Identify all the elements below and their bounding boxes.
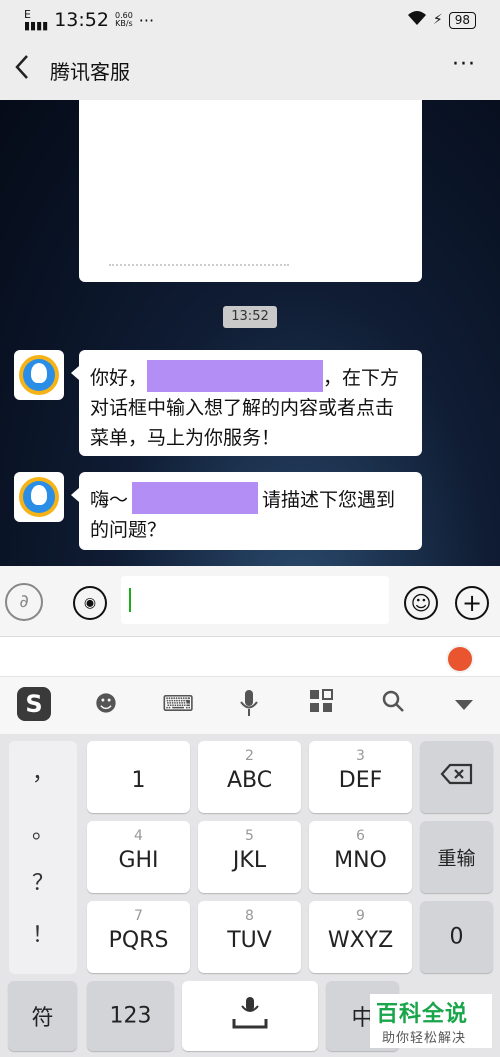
key-8[interactable]: 8 TUV (198, 901, 301, 973)
network-speed: 0.60 KB/s (114, 11, 133, 28)
qq-penguin-icon (31, 485, 47, 505)
search-icon[interactable] (377, 689, 409, 721)
symbols-key[interactable]: 符 (8, 981, 77, 1051)
message-bubble[interactable]: 嗨～ 请描述下您遇到的问题？ (71, 472, 422, 550)
zero-key[interactable]: 0 (420, 901, 493, 973)
chat-area[interactable]: 13:52 你好， ，在下方对话框中输入想了解的内容或者点击菜单，马上为你服务！ … (0, 100, 500, 566)
key-6[interactable]: 6 MNO (309, 821, 412, 893)
apps-grid-icon[interactable] (305, 689, 337, 721)
link-icon[interactable]: ∂ (5, 583, 43, 621)
chat-header: 腾讯客服 ··· (0, 40, 500, 100)
clock: 13:52 (54, 9, 109, 31)
message-timestamp: 13:52 (223, 306, 277, 328)
chat-title: 腾讯客服 (50, 60, 130, 84)
more-options-icon[interactable]: ··· (452, 52, 476, 77)
redacted-name (147, 360, 324, 392)
sogou-logo-icon[interactable]: S (17, 687, 51, 721)
punctuation-key[interactable]: 。 (9, 813, 77, 845)
redacted-name (132, 482, 259, 514)
qq-penguin-icon (31, 363, 47, 383)
punctuation-key[interactable]: ， (9, 755, 77, 787)
message-input[interactable] (121, 576, 389, 624)
key-1[interactable]: 1 (87, 741, 190, 813)
wifi-icon (407, 10, 427, 30)
keyboard-switch-icon[interactable]: ⌨ (162, 689, 194, 721)
message-bubble[interactable]: 你好， ，在下方对话框中输入想了解的内容或者点击菜单，马上为你服务！ (71, 350, 422, 456)
add-icon[interactable]: + (455, 586, 489, 620)
backspace-icon (420, 763, 493, 791)
punctuation-key[interactable]: ！ (9, 917, 77, 949)
battery-indicator: 98 (448, 11, 476, 29)
candidate-bar (0, 636, 500, 677)
key-3[interactable]: 3 DEF (309, 741, 412, 813)
keyboard-toolbar: S ☻ ⌨ (0, 676, 500, 735)
charging-icon: ⚡ (432, 12, 443, 28)
key-5[interactable]: 5 JKL (198, 821, 301, 893)
back-icon[interactable] (14, 54, 30, 85)
rich-message-card[interactable] (79, 100, 422, 282)
key-7[interactable]: 7 PQRS (87, 901, 190, 973)
space-voice-icon (182, 995, 318, 1037)
key-9[interactable]: 9 WXYZ (309, 901, 412, 973)
voice-input-icon[interactable]: ◉ (73, 586, 107, 620)
backspace-key[interactable] (420, 741, 493, 813)
notification-dots: ··· (138, 10, 155, 30)
watermark-logo: 百科全说 助你轻松解决 (370, 994, 492, 1048)
signal-icon: E ▮▮▮▮ (24, 8, 49, 32)
input-bar: ∂ ◉ ☺ + (0, 566, 500, 636)
avatar[interactable] (14, 350, 64, 400)
key-2[interactable]: 2 ABC (198, 741, 301, 813)
punctuation-column: ， 。 ？ ！ (9, 741, 77, 974)
punctuation-key[interactable]: ？ (9, 865, 77, 897)
ime-mascot-icon[interactable] (446, 645, 474, 673)
key-4[interactable]: 4 GHI (87, 821, 190, 893)
emoji-keyboard-icon[interactable]: ☻ (90, 689, 122, 721)
collapse-keyboard-icon[interactable] (448, 689, 480, 721)
avatar[interactable] (14, 472, 64, 522)
numbers-key[interactable]: 123 (87, 981, 174, 1051)
microphone-icon[interactable] (233, 689, 265, 721)
space-key[interactable] (182, 981, 318, 1051)
emoji-icon[interactable]: ☺ (404, 586, 438, 620)
status-bar: E ▮▮▮▮ 13:52 0.60 KB/s ··· ⚡ 98 (0, 0, 500, 40)
reenter-key[interactable]: 重输 (420, 821, 493, 893)
